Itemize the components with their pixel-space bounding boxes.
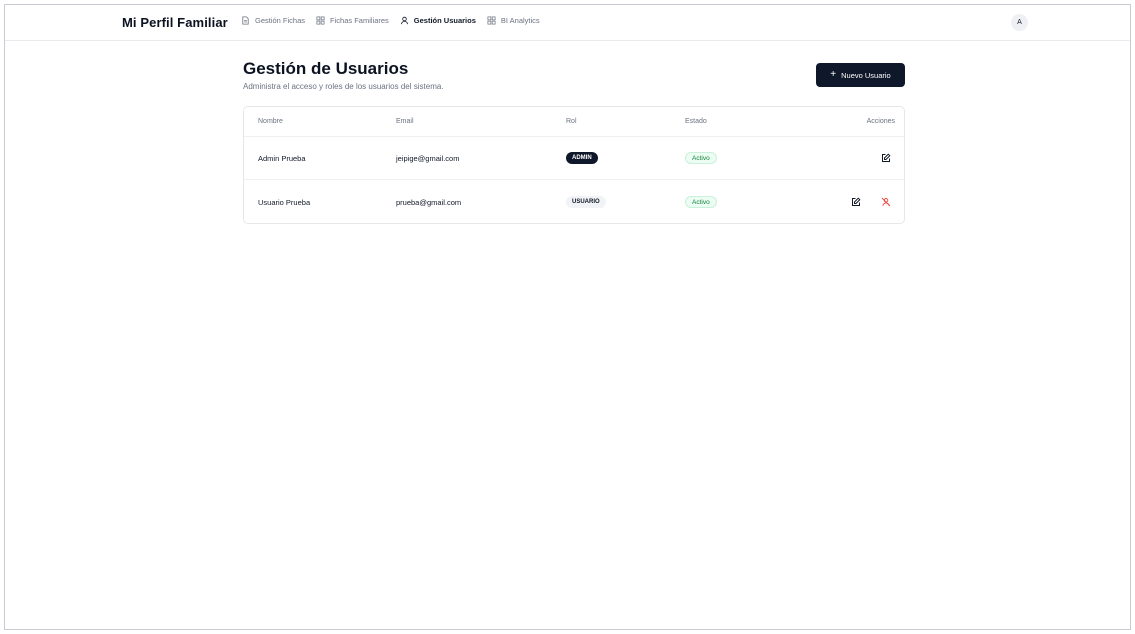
table-header: Nombre Email Rol Estado Acciones (244, 107, 904, 137)
main-nav: Gestión Fichas Fichas Familiares Gestión… (241, 16, 540, 25)
column-header-name: Nombre (258, 118, 283, 125)
edit-icon (852, 197, 861, 206)
nav-label: BI Analytics (500, 16, 540, 25)
user-name: Admin Prueba (258, 154, 306, 163)
table-row: Usuario Prueba prueba@gmail.com USUARIO … (244, 181, 904, 224)
edit-button[interactable] (850, 196, 862, 208)
nav-label: Gestión Usuarios (413, 16, 476, 25)
new-user-button-label: Nuevo Usuario (841, 70, 891, 80)
users-table: Nombre Email Rol Estado Acciones Admin P… (243, 106, 905, 224)
user-name: Usuario Prueba (258, 198, 311, 207)
nav-label: Fichas Familiares (330, 16, 389, 25)
top-navbar: Mi Perfil Familiar Gestión Fichas Fichas… (5, 5, 1130, 41)
app-window: Mi Perfil Familiar Gestión Fichas Fichas… (4, 4, 1131, 630)
document-icon (242, 16, 249, 25)
column-header-email: Email (396, 118, 414, 125)
grid-icon (316, 16, 325, 25)
user-icon (400, 16, 408, 25)
plus-icon: + (830, 69, 837, 80)
status-badge: Activo (685, 196, 717, 208)
brand-title[interactable]: Mi Perfil Familiar (122, 15, 228, 30)
user-off-icon (881, 197, 891, 207)
user-avatar[interactable]: A (1011, 14, 1028, 31)
edit-button[interactable] (880, 152, 892, 164)
column-header-role: Rol (566, 118, 577, 125)
page-title: Gestión de Usuarios (243, 59, 409, 78)
deactivate-user-button[interactable] (880, 196, 892, 208)
status-badge: Activo (685, 152, 717, 164)
nav-item-fichas-familiares[interactable]: Fichas Familiares (316, 16, 389, 25)
table-row: Admin Prueba jeipige@gmail.com ADMIN Act… (244, 137, 904, 180)
column-header-status: Estado (685, 118, 707, 125)
nav-item-gestion-usuarios[interactable]: Gestión Usuarios (400, 16, 476, 25)
column-header-actions: Acciones (866, 118, 895, 125)
new-user-button[interactable]: + Nuevo Usuario (816, 63, 905, 87)
role-badge: ADMIN (566, 152, 598, 164)
page-subtitle: Administra el acceso y roles de los usua… (243, 82, 444, 91)
user-email: prueba@gmail.com (396, 198, 462, 207)
nav-label: Gestión Fichas (255, 16, 306, 25)
nav-item-bi-analytics[interactable]: BI Analytics (487, 16, 540, 25)
role-badge: USUARIO (566, 196, 606, 208)
nav-item-gestion-fichas[interactable]: Gestión Fichas (241, 16, 305, 25)
edit-icon (882, 153, 891, 162)
user-email: jeipige@gmail.com (396, 154, 460, 163)
grid-icon (487, 16, 496, 25)
